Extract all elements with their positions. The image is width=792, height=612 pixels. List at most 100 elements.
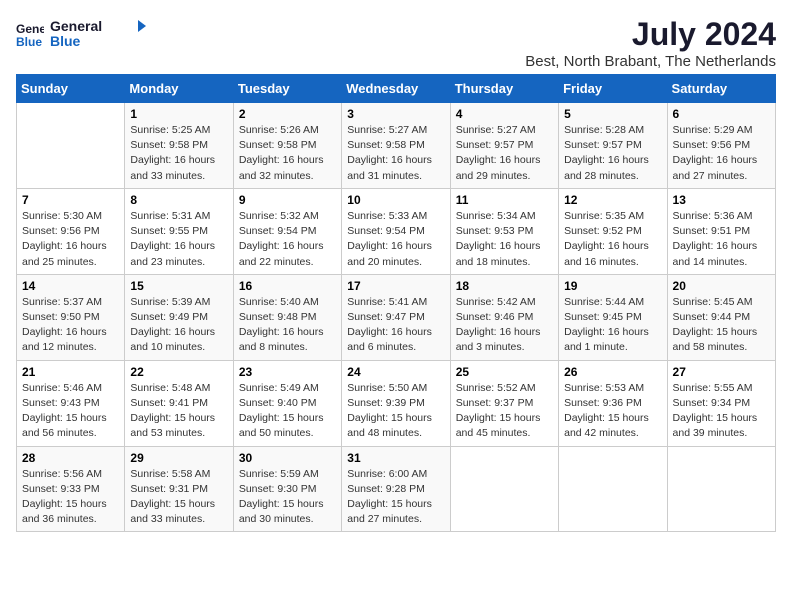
calendar-cell: 17Sunrise: 5:41 AM Sunset: 9:47 PM Dayli… [342,274,450,360]
day-info: Sunrise: 5:28 AM Sunset: 9:57 PM Dayligh… [564,123,661,184]
day-number: 3 [347,107,444,121]
day-number: 13 [673,193,770,207]
location-text: Best, North Brabant, The Netherlands [525,53,776,70]
calendar-cell [450,446,558,532]
calendar-cell [559,446,667,532]
day-info: Sunrise: 5:46 AM Sunset: 9:43 PM Dayligh… [22,381,119,442]
header-sunday: Sunday [17,75,125,103]
day-info: Sunrise: 5:26 AM Sunset: 9:58 PM Dayligh… [239,123,336,184]
day-info: Sunrise: 5:55 AM Sunset: 9:34 PM Dayligh… [673,381,770,442]
calendar-cell: 10 Sunrise: 5:33 AM Sunset: 9:54 PM Dayli… [342,188,450,274]
calendar-cell: 23 Sunrise: 5:49 AM Sunset: 9:40 PM Dayli… [233,360,341,446]
calendar-table: SundayMondayTuesdayWednesdayThursdayFrid… [16,74,776,532]
day-info: Sunrise: 5:44 AM Sunset: 9:45 PM Dayligh… [564,295,661,356]
day-number: 10 [347,193,444,207]
header-saturday: Saturday [667,75,775,103]
calendar-cell: 15 Sunrise: 5:39 AM Sunset: 9:49 PM Dayli… [125,274,233,360]
calendar-cell: 29 Sunrise: 5:58 AM Sunset: 9:31 PM Dayli… [125,446,233,532]
day-number: 24 [347,365,444,379]
calendar-week-row: 21 Sunrise: 5:46 AM Sunset: 9:43 PM Dayli… [17,360,776,446]
svg-text:General: General [16,22,44,36]
day-info: Sunrise: 5:42 AM Sunset: 9:46 PM Dayligh… [456,295,553,356]
calendar-cell: 22Sunrise: 5:48 AM Sunset: 9:41 PM Dayli… [125,360,233,446]
calendar-cell: 13 Sunrise: 5:36 AM Sunset: 9:51 PM Dayli… [667,188,775,274]
day-number: 9 [239,193,336,207]
calendar-header-row: SundayMondayTuesdayWednesdayThursdayFrid… [17,75,776,103]
day-info: Sunrise: 5:39 AM Sunset: 9:49 PM Dayligh… [130,295,227,356]
calendar-cell [17,103,125,189]
day-number: 1 [130,107,227,121]
calendar-cell: 5 Sunrise: 5:28 AM Sunset: 9:57 PM Daylig… [559,103,667,189]
calendar-cell: 8 Sunrise: 5:31 AM Sunset: 9:55 PM Daylig… [125,188,233,274]
day-number: 27 [673,365,770,379]
day-number: 7 [22,193,119,207]
day-info: Sunrise: 5:36 AM Sunset: 9:51 PM Dayligh… [673,209,770,270]
calendar-cell: 4 Sunrise: 5:27 AM Sunset: 9:57 PM Daylig… [450,103,558,189]
day-info: Sunrise: 5:45 AM Sunset: 9:44 PM Dayligh… [673,295,770,356]
day-info: Sunrise: 5:40 AM Sunset: 9:48 PM Dayligh… [239,295,336,356]
calendar-cell: 28 Sunrise: 5:56 AM Sunset: 9:33 PM Dayli… [17,446,125,532]
calendar-cell: 1 Sunrise: 5:25 AM Sunset: 9:58 PM Daylig… [125,103,233,189]
day-info: Sunrise: 5:27 AM Sunset: 9:57 PM Dayligh… [456,123,553,184]
day-number: 28 [22,451,119,465]
day-number: 18 [456,279,553,293]
day-info: Sunrise: 5:48 AM Sunset: 9:41 PM Dayligh… [130,381,227,442]
calendar-cell: 9 Sunrise: 5:32 AM Sunset: 9:54 PM Daylig… [233,188,341,274]
header-wednesday: Wednesday [342,75,450,103]
svg-text:Blue: Blue [50,33,81,49]
month-year-title: July 2024 [525,16,776,53]
day-info: Sunrise: 5:30 AM Sunset: 9:56 PM Dayligh… [22,209,119,270]
calendar-week-row: 28 Sunrise: 5:56 AM Sunset: 9:33 PM Dayli… [17,446,776,532]
day-number: 5 [564,107,661,121]
day-info: Sunrise: 5:27 AM Sunset: 9:58 PM Dayligh… [347,123,444,184]
day-number: 15 [130,279,227,293]
calendar-cell: 21 Sunrise: 5:46 AM Sunset: 9:43 PM Dayli… [17,360,125,446]
calendar-cell: 24 Sunrise: 5:50 AM Sunset: 9:39 PM Dayli… [342,360,450,446]
day-info: Sunrise: 5:34 AM Sunset: 9:53 PM Dayligh… [456,209,553,270]
day-number: 11 [456,193,553,207]
day-number: 16 [239,279,336,293]
day-info: Sunrise: 6:00 AM Sunset: 9:28 PM Dayligh… [347,467,444,528]
calendar-cell: 6Sunrise: 5:29 AM Sunset: 9:56 PM Daylig… [667,103,775,189]
calendar-week-row: 7 Sunrise: 5:30 AM Sunset: 9:56 PM Daylig… [17,188,776,274]
calendar-cell: 2 Sunrise: 5:26 AM Sunset: 9:58 PM Daylig… [233,103,341,189]
day-number: 2 [239,107,336,121]
day-number: 29 [130,451,227,465]
calendar-cell: 7 Sunrise: 5:30 AM Sunset: 9:56 PM Daylig… [17,188,125,274]
calendar-cell: 27 Sunrise: 5:55 AM Sunset: 9:34 PM Dayli… [667,360,775,446]
calendar-cell: 19Sunrise: 5:44 AM Sunset: 9:45 PM Dayli… [559,274,667,360]
day-info: Sunrise: 5:37 AM Sunset: 9:50 PM Dayligh… [22,295,119,356]
calendar-cell: 11 Sunrise: 5:34 AM Sunset: 9:53 PM Dayli… [450,188,558,274]
header-tuesday: Tuesday [233,75,341,103]
day-info: Sunrise: 5:32 AM Sunset: 9:54 PM Dayligh… [239,209,336,270]
calendar-cell: 26Sunrise: 5:53 AM Sunset: 9:36 PM Dayli… [559,360,667,446]
day-number: 23 [239,365,336,379]
day-info: Sunrise: 5:56 AM Sunset: 9:33 PM Dayligh… [22,467,119,528]
day-info: Sunrise: 5:31 AM Sunset: 9:55 PM Dayligh… [130,209,227,270]
day-number: 30 [239,451,336,465]
day-info: Sunrise: 5:41 AM Sunset: 9:47 PM Dayligh… [347,295,444,356]
day-info: Sunrise: 5:33 AM Sunset: 9:54 PM Dayligh… [347,209,444,270]
day-info: Sunrise: 5:50 AM Sunset: 9:39 PM Dayligh… [347,381,444,442]
title-area: July 2024 Best, North Brabant, The Nethe… [525,16,776,70]
day-number: 31 [347,451,444,465]
calendar-cell: 3 Sunrise: 5:27 AM Sunset: 9:58 PM Daylig… [342,103,450,189]
day-info: Sunrise: 5:25 AM Sunset: 9:58 PM Dayligh… [130,123,227,184]
day-number: 14 [22,279,119,293]
day-number: 21 [22,365,119,379]
day-info: Sunrise: 5:59 AM Sunset: 9:30 PM Dayligh… [239,467,336,528]
calendar-cell: 20 Sunrise: 5:45 AM Sunset: 9:44 PM Dayli… [667,274,775,360]
logo-svg: General Blue [50,16,150,52]
calendar-cell: 31 Sunrise: 6:00 AM Sunset: 9:28 PM Dayli… [342,446,450,532]
calendar-cell: 14 Sunrise: 5:37 AM Sunset: 9:50 PM Dayli… [17,274,125,360]
day-number: 20 [673,279,770,293]
day-info: Sunrise: 5:49 AM Sunset: 9:40 PM Dayligh… [239,381,336,442]
day-info: Sunrise: 5:58 AM Sunset: 9:31 PM Dayligh… [130,467,227,528]
day-number: 8 [130,193,227,207]
day-info: Sunrise: 5:29 AM Sunset: 9:56 PM Dayligh… [673,123,770,184]
header-friday: Friday [559,75,667,103]
calendar-week-row: 14 Sunrise: 5:37 AM Sunset: 9:50 PM Dayli… [17,274,776,360]
calendar-cell: 12Sunrise: 5:35 AM Sunset: 9:52 PM Dayli… [559,188,667,274]
day-info: Sunrise: 5:35 AM Sunset: 9:52 PM Dayligh… [564,209,661,270]
day-number: 4 [456,107,553,121]
